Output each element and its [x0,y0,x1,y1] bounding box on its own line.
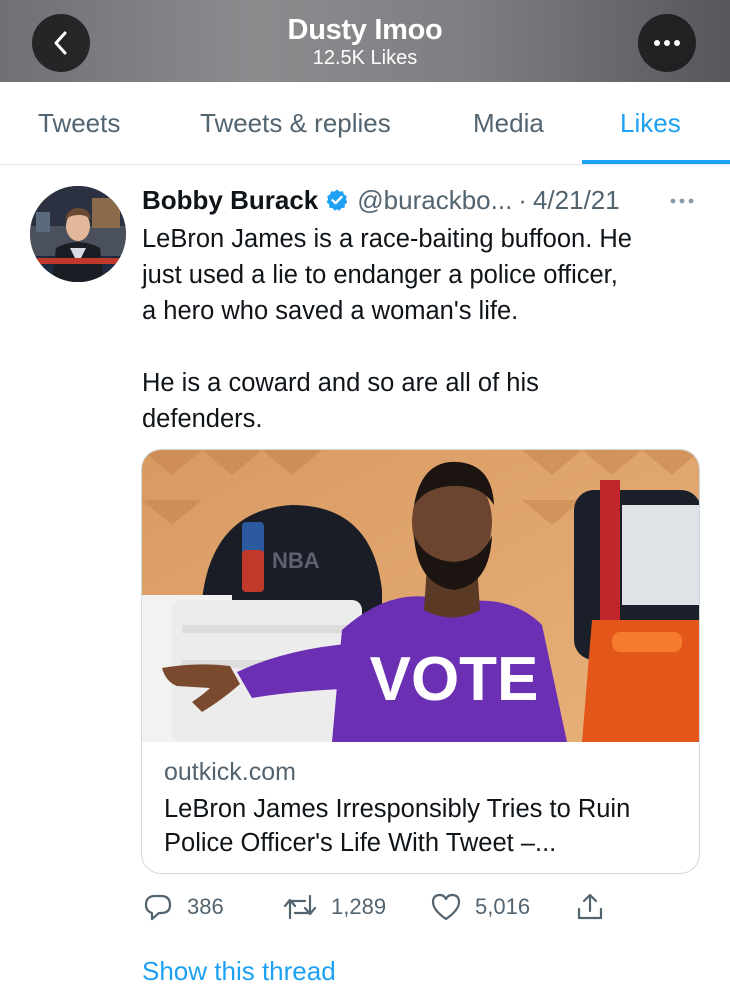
reply-button[interactable]: 386 [143,890,224,924]
svg-text:NBA: NBA [272,548,320,573]
profile-name: Dusty Imoo [287,14,443,46]
retweet-icon [283,894,317,920]
link-preview-card[interactable]: NBA VOTE outkick.com LeBron James Irresp… [141,449,700,874]
tab-media[interactable]: Media [473,108,544,139]
show-thread-link[interactable]: Show this thread [142,956,336,987]
tab-tweets-replies[interactable]: Tweets & replies [200,108,391,139]
share-button[interactable] [575,890,605,924]
separator-dot: · [518,184,527,215]
heart-icon [431,893,461,921]
card-image: NBA VOTE [142,450,699,742]
profile-header: Dusty Imoo 12.5K Likes [0,0,730,82]
verified-badge-icon [325,188,349,212]
author-name[interactable]: Bobby Burack [142,185,318,216]
avatar[interactable] [30,186,126,282]
tab-likes[interactable]: Likes [620,108,681,139]
tweet-date[interactable]: 4/21/21 [533,185,620,216]
more-horizontal-icon [654,40,680,46]
tweet-text: LeBron James is a race-baiting buffoon. … [142,225,632,433]
likes-count: 12.5K Likes [312,47,418,69]
reply-icon [144,894,172,921]
retweet-count: 1,289 [331,894,387,919]
author-handle[interactable]: @burackbo... [357,185,512,216]
tab-tweets[interactable]: Tweets [38,108,120,139]
retweet-button[interactable]: 1,289 [283,890,386,924]
profile-tabs: Tweets Tweets & replies Media Likes [0,82,730,165]
share-icon [577,893,603,920]
card-domain: outkick.com [164,758,296,786]
card-title: LeBron James Irresponsibly Tries to Ruin… [164,795,631,857]
more-button[interactable] [638,14,696,72]
active-tab-indicator [582,160,730,164]
like-count: 5,016 [475,894,531,919]
jersey-text: VOTE [370,645,539,714]
more-horizontal-icon [670,198,694,204]
tweet-header: Bobby Burack @burackbo... · 4/21/21 [142,184,620,216]
tweet-more-button[interactable] [669,192,695,210]
reply-count: 386 [187,894,224,919]
like-button[interactable]: 5,016 [431,890,530,924]
